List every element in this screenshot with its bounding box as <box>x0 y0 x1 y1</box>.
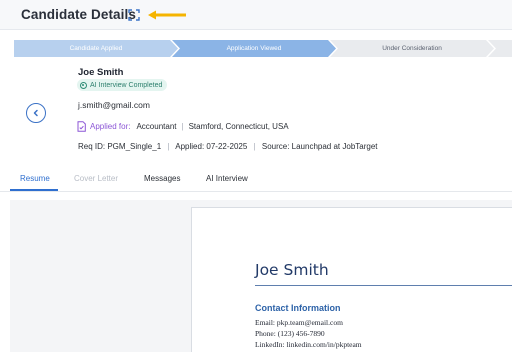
resume-name: Joe Smith <box>255 261 329 279</box>
chevron-left-icon <box>33 109 38 117</box>
step-under-consideration[interactable]: Under Consideration <box>330 40 494 57</box>
candidate-email[interactable]: j.smith@gmail.com <box>78 100 150 110</box>
separator: | <box>167 142 170 151</box>
candidate-name: Joe Smith <box>78 67 124 78</box>
application-status-stepper: Candidate Applied Application Viewed Und… <box>14 40 512 57</box>
document-icon <box>77 120 86 132</box>
step-label: Application Viewed <box>226 45 282 52</box>
tab-cover-letter[interactable]: Cover Letter <box>74 174 118 183</box>
tab-ai-interview[interactable]: AI Interview <box>206 174 248 183</box>
separator: | <box>253 142 256 151</box>
application-meta: Req ID: PGM_Single_1 | Applied: 07-22-20… <box>78 142 378 151</box>
step-candidate-applied[interactable]: Candidate Applied <box>14 40 178 57</box>
active-tab-indicator <box>10 189 58 191</box>
candidate-tabs: Resume Cover Letter Messages AI Intervie… <box>0 168 512 192</box>
job-location: Stamford, Connecticut, USA <box>188 121 289 131</box>
separator: | <box>181 121 184 131</box>
page-title: Candidate Details <box>21 7 136 22</box>
job-title: Accountant <box>136 121 177 131</box>
check-circle-icon <box>80 81 87 89</box>
resume-linkedin-line: LinkedIn: linkedin.com/in/pkpteam <box>255 340 362 349</box>
resume-section-heading: Contact Information <box>255 303 341 313</box>
page-header: Candidate Details <box>0 0 512 30</box>
tab-messages[interactable]: Messages <box>144 174 180 183</box>
resume-email-line: Email: pkp.team@email.com <box>255 318 343 327</box>
resume-document-page <box>191 207 512 352</box>
step-application-viewed[interactable]: Application Viewed <box>172 40 336 57</box>
applied-for-label: Applied for: <box>90 121 131 131</box>
applied-for-row: Applied for: Accountant | Stamford, Conn… <box>77 120 289 132</box>
step-label: Under Consideration <box>382 45 442 52</box>
status-badge: AI Interview Completed <box>77 79 168 91</box>
applied-date: Applied: 07-22-2025 <box>175 142 248 151</box>
tab-resume[interactable]: Resume <box>20 174 50 183</box>
step-label: Candidate Applied <box>69 45 123 52</box>
resume-divider <box>255 285 512 286</box>
expand-icon[interactable] <box>128 9 140 21</box>
back-button[interactable] <box>26 103 46 123</box>
resume-phone-line: Phone: (123) 456-7890 <box>255 329 325 338</box>
badge-label: AI Interview Completed <box>90 81 163 89</box>
req-id: Req ID: PGM_Single_1 <box>78 142 162 151</box>
arrow-left-icon <box>148 10 186 20</box>
application-source: Source: Launchpad at JobTarget <box>261 142 378 151</box>
